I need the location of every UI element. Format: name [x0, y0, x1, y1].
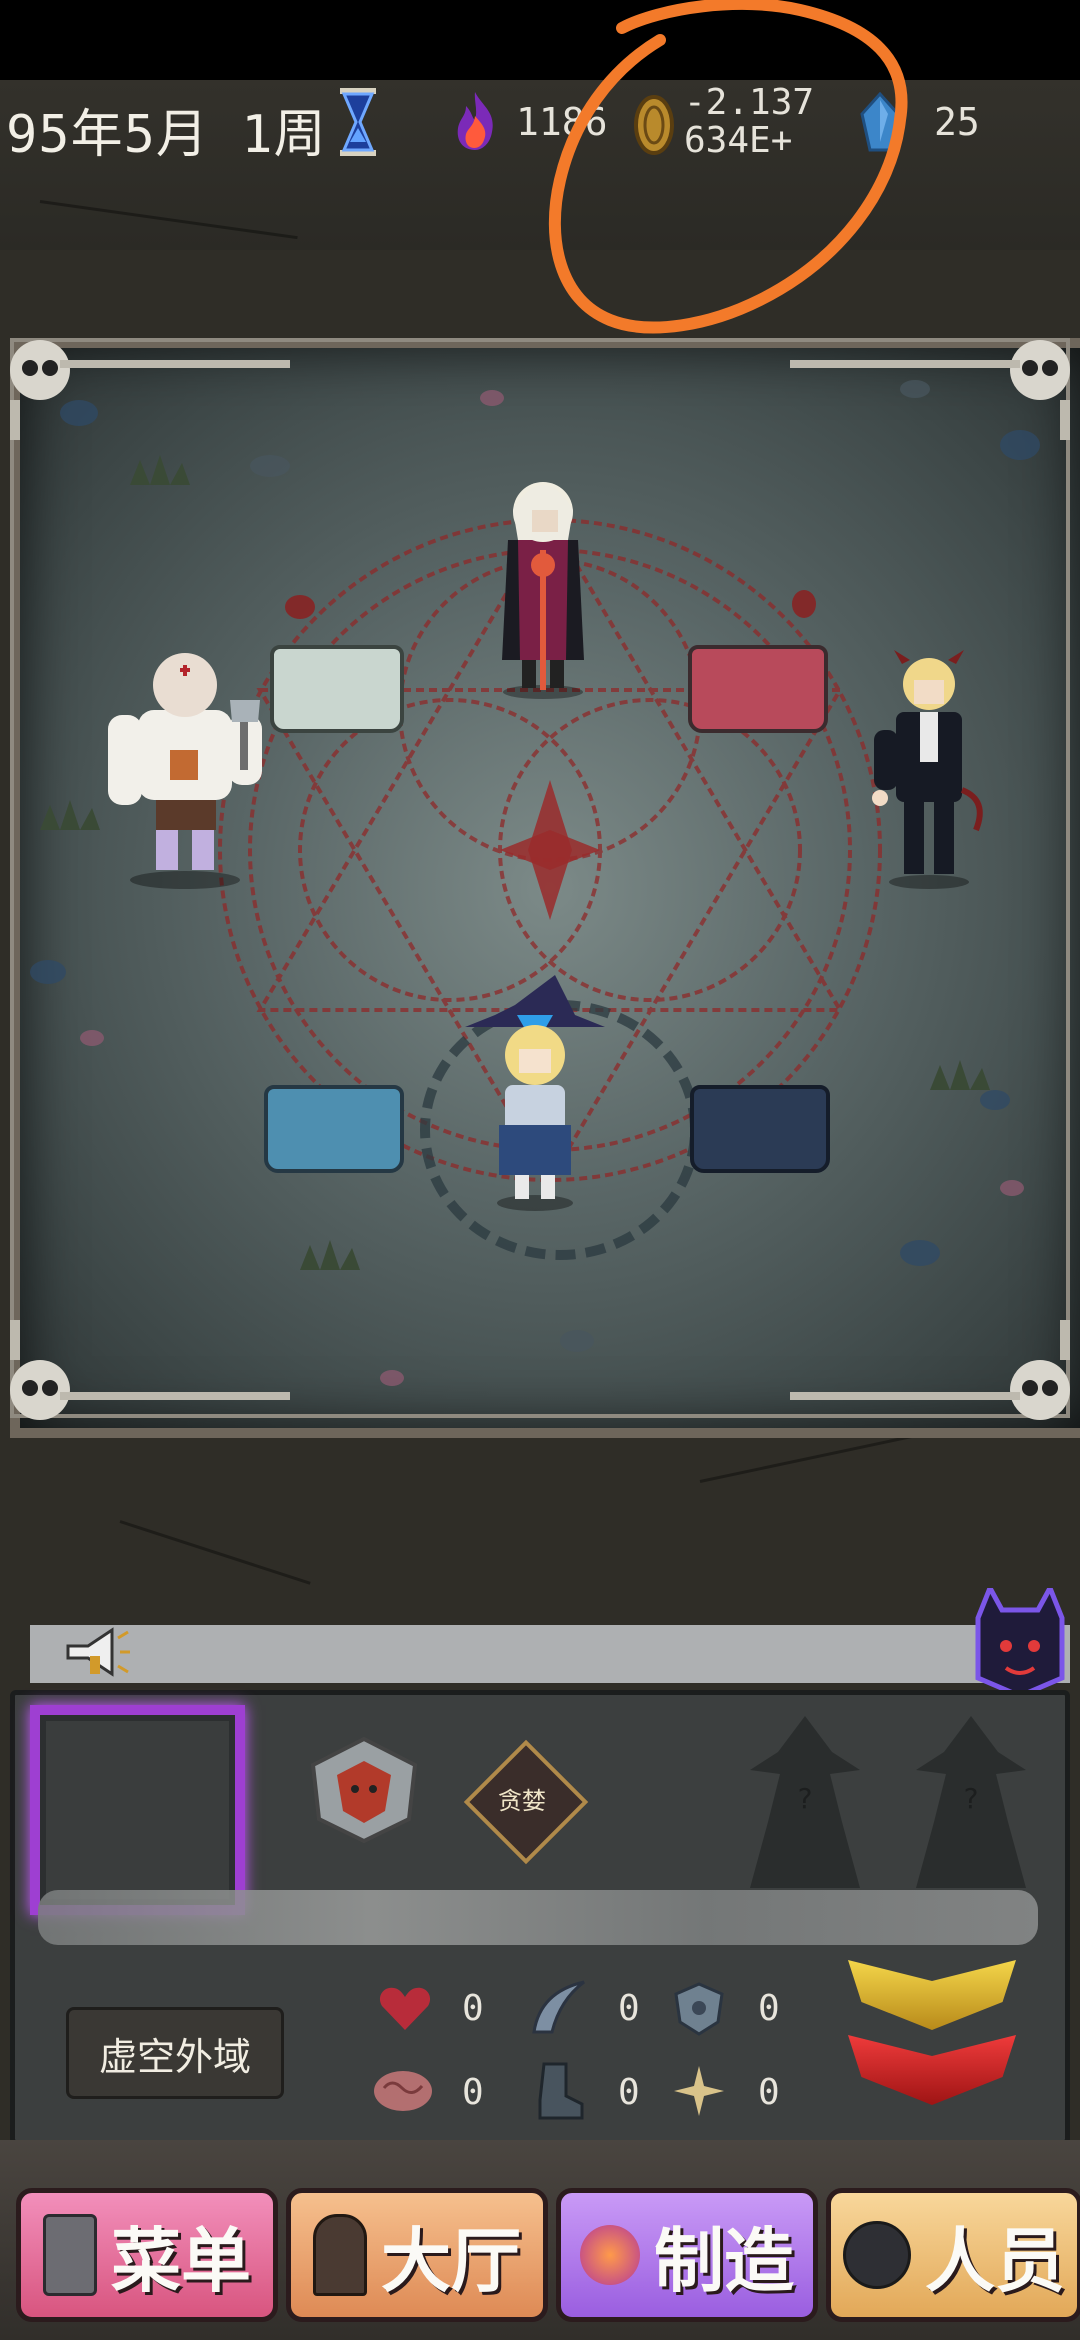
locked-slot-silhouette[interactable]: ?: [730, 1712, 880, 1892]
nav-hall-button[interactable]: 大厅: [286, 2188, 548, 2322]
stat-luck: 0: [758, 2072, 780, 2113]
stat-defense: 0: [758, 1988, 780, 2029]
stat-intellect: 0: [462, 2072, 484, 2113]
stat-attack: 0: [618, 1988, 640, 2029]
nav-craft-label: 制造: [654, 2219, 794, 2302]
megaphone-icon[interactable]: [62, 1624, 132, 1680]
boot-icon: [538, 2062, 584, 2120]
sparkle-icon: [674, 2066, 724, 2116]
character-horned-butler[interactable]: [864, 650, 994, 890]
claw-icon: [532, 1980, 585, 2034]
character-bald-brute[interactable]: [100, 640, 270, 890]
menu-book-icon: [43, 2214, 97, 2296]
blood-splatter: [285, 595, 315, 619]
grass-tuft: [130, 455, 190, 485]
skull-ornament-bottom-right: [790, 1320, 1070, 1420]
cushion-white[interactable]: [270, 645, 404, 733]
nav-staff-label: 人员: [925, 2219, 1065, 2302]
staff-avatar-icon: [843, 2221, 911, 2289]
message-ribbon[interactable]: [30, 1625, 1070, 1683]
nav-craft-button[interactable]: 制造: [556, 2188, 818, 2322]
stat-health: 0: [462, 1988, 484, 2029]
pebble: [980, 1090, 1010, 1110]
flame-icon: [457, 92, 493, 150]
game-date: 95年5月 1周: [6, 105, 327, 165]
nav-menu-label: 菜单: [111, 2219, 251, 2302]
cushion-red[interactable]: [688, 645, 828, 733]
pebble: [560, 1330, 594, 1352]
demon-icon[interactable]: [968, 1588, 1072, 1698]
pebble: [80, 1030, 104, 1046]
pebble: [1000, 1180, 1024, 1196]
skull-ornament-top-right: [790, 340, 1070, 440]
wall-crack: [119, 1520, 311, 1585]
name-bar: [38, 1890, 1038, 1945]
door-icon: [313, 2214, 367, 2296]
pebble: [380, 1370, 404, 1386]
region-label-button[interactable]: 虚空外域: [66, 2007, 284, 2099]
wolf-emblem-icon[interactable]: [305, 1735, 423, 1845]
pebble: [30, 960, 66, 984]
pebble: [900, 1240, 940, 1266]
annotation-circle: [548, 0, 908, 334]
character-witch[interactable]: [455, 975, 615, 1215]
cushion-navy[interactable]: [690, 1085, 830, 1173]
pebble: [480, 390, 504, 406]
skull-ornament-top-left: [10, 340, 290, 440]
nav-menu-button[interactable]: 菜单: [16, 2188, 278, 2322]
svg-text:?: ?: [798, 1782, 813, 1815]
stat-speed: 0: [618, 2072, 640, 2113]
cauldron-flame-icon: [580, 2225, 640, 2285]
character-white-haired-mage[interactable]: [488, 470, 598, 700]
svg-text:?: ?: [964, 1782, 979, 1815]
trait-badge-label: 贪婪: [498, 1786, 546, 1815]
brain-icon: [374, 2071, 432, 2111]
locked-slot-silhouette[interactable]: ?: [896, 1712, 1046, 1892]
grass-tuft: [40, 800, 100, 830]
heart-icon: [379, 1987, 431, 2030]
nav-hall-label: 大厅: [381, 2219, 521, 2302]
blood-splatter: [792, 590, 816, 618]
grass-tuft: [930, 1060, 990, 1090]
hourglass-icon[interactable]: [338, 88, 378, 156]
cushion-blue[interactable]: [264, 1085, 404, 1173]
shield-icon: [674, 1982, 724, 2036]
nav-staff-button[interactable]: 人员: [826, 2188, 1080, 2322]
skull-ornament-bottom-left: [10, 1320, 290, 1420]
grass-tuft: [300, 1240, 360, 1270]
trait-badge[interactable]: 贪婪: [463, 1739, 589, 1865]
portrait-slot[interactable]: [30, 1705, 245, 1915]
gem-value: 25: [934, 100, 980, 144]
